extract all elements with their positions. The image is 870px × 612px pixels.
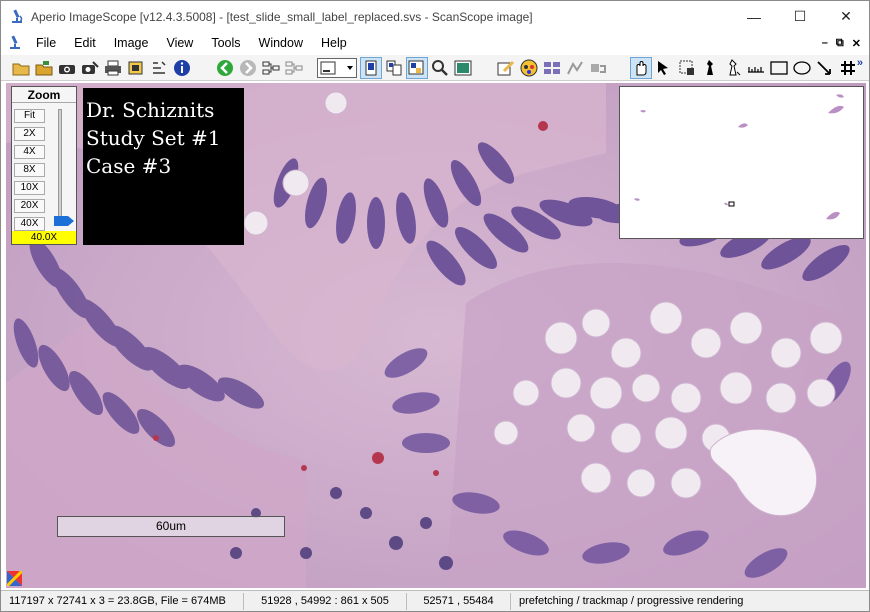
menu-view[interactable]: View: [157, 32, 202, 54]
info-icon[interactable]: [171, 57, 193, 79]
split-view-icon[interactable]: [359, 56, 382, 79]
menu-edit[interactable]: Edit: [65, 32, 105, 54]
app-microscope-icon: [9, 9, 25, 25]
status-cursor-position: 52571 , 55484: [407, 592, 511, 610]
scale-bar: 60um: [57, 516, 285, 537]
menu-help[interactable]: Help: [312, 32, 356, 54]
pan-hand-icon[interactable]: [629, 56, 652, 79]
menu-bar: File Edit Image View Tools Window Help –…: [1, 32, 869, 54]
color-channel-icon[interactable]: [6, 569, 24, 588]
zoom-panel: Zoom Fit 2X 4X 8X 10X 20X 40X 40.0X: [11, 86, 77, 245]
menu-tools[interactable]: Tools: [202, 32, 249, 54]
label-line-2: Study Set #1: [86, 126, 221, 150]
print-icon[interactable]: [102, 57, 124, 79]
sync-icon[interactable]: [283, 57, 305, 79]
status-render-mode: prefetching / trackmap / progressive ren…: [519, 594, 744, 607]
pen-icon[interactable]: [699, 57, 721, 79]
mdi-minimize-button[interactable]: –: [822, 37, 828, 49]
zoom-slider-thumb[interactable]: [54, 215, 74, 226]
menu-window[interactable]: Window: [250, 32, 312, 54]
window-title: Aperio ImageScope [v12.4.3.5008] - [test…: [31, 9, 533, 24]
mdi-restore-button[interactable]: ⧉: [836, 37, 844, 50]
thumbnail-slide: [634, 94, 844, 220]
tile-icon[interactable]: [405, 56, 428, 79]
zoom-20x-button[interactable]: 20X: [14, 199, 45, 213]
mdi-close-button[interactable]: ✕: [852, 37, 861, 50]
menu-image[interactable]: Image: [105, 32, 158, 54]
label-line-3: Case #3: [86, 154, 172, 178]
rectangle-icon[interactable]: [768, 57, 790, 79]
grid-icon[interactable]: [837, 57, 859, 79]
colors-icon[interactable]: [518, 57, 540, 79]
arrow-icon[interactable]: [814, 57, 836, 79]
slide-label-panel: Dr. Schiznits Study Set #1 Case #3: [83, 88, 244, 245]
zoom-title: Zoom: [12, 87, 76, 103]
status-viewport: 51928 , 54992 : 861 x 505: [244, 592, 407, 610]
compare-icon[interactable]: [383, 57, 405, 79]
ruler-icon[interactable]: [745, 57, 767, 79]
open-icon[interactable]: [10, 57, 32, 79]
layers-icon[interactable]: [541, 57, 563, 79]
view-select-icon[interactable]: [317, 57, 357, 78]
snapshot-icon[interactable]: [56, 57, 78, 79]
toolbar-overflow-icon[interactable]: »: [857, 57, 863, 69]
ellipse-icon[interactable]: [791, 57, 813, 79]
title-bar[interactable]: Aperio ImageScope [v12.4.3.5008] - [test…: [1, 1, 869, 32]
minimize-button[interactable]: —: [731, 1, 777, 32]
maximize-button[interactable]: ☐: [777, 1, 823, 32]
status-image-dimensions: 117197 x 72741 x 3 = 23.8GB, File = 674M…: [1, 592, 244, 610]
zoom-fit-button[interactable]: Fit: [14, 109, 45, 123]
pen-alt-icon[interactable]: [722, 57, 744, 79]
forward-icon[interactable]: [237, 57, 259, 79]
image-info-icon[interactable]: [125, 57, 147, 79]
label-line-1: Dr. Schiznits: [86, 98, 215, 122]
link-icon[interactable]: [260, 57, 282, 79]
extract-icon[interactable]: [79, 57, 101, 79]
status-bar: 117197 x 72741 x 3 = 23.8GB, File = 674M…: [1, 590, 869, 611]
properties-icon[interactable]: [148, 57, 170, 79]
zoom-8x-button[interactable]: 8X: [14, 163, 45, 177]
annotation-edit-icon[interactable]: [495, 57, 517, 79]
thumbnail-overview[interactable]: [619, 86, 864, 239]
imagescope-window: Aperio ImageScope [v12.4.3.5008] - [test…: [0, 0, 870, 612]
slide-viewer[interactable]: Zoom Fit 2X 4X 8X 10X 20X 40X 40.0X Dr. …: [6, 83, 866, 588]
thumbnail-icon[interactable]: [452, 57, 474, 79]
document-microscope-icon[interactable]: [7, 35, 23, 51]
toolbar: »: [1, 55, 869, 81]
select-arrow-icon[interactable]: [653, 57, 675, 79]
analysis-icon[interactable]: [564, 57, 586, 79]
region-icon[interactable]: [676, 57, 698, 79]
close-button[interactable]: ✕: [823, 1, 869, 32]
magnifier-icon[interactable]: [429, 57, 451, 79]
zoom-10x-button[interactable]: 10X: [14, 181, 45, 195]
zoom-4x-button[interactable]: 4X: [14, 145, 45, 159]
zoom-value: 40.0X: [12, 231, 76, 244]
zoom-40x-button[interactable]: 40X: [14, 217, 45, 231]
zoom-slider-track[interactable]: [58, 109, 62, 221]
back-icon[interactable]: [214, 57, 236, 79]
zoom-2x-button[interactable]: 2X: [14, 127, 45, 141]
algorithm-icon[interactable]: [587, 57, 609, 79]
open-folder-icon[interactable]: [33, 57, 55, 79]
thumbnail-viewport-box[interactable]: [728, 201, 735, 207]
menu-file[interactable]: File: [27, 32, 65, 54]
